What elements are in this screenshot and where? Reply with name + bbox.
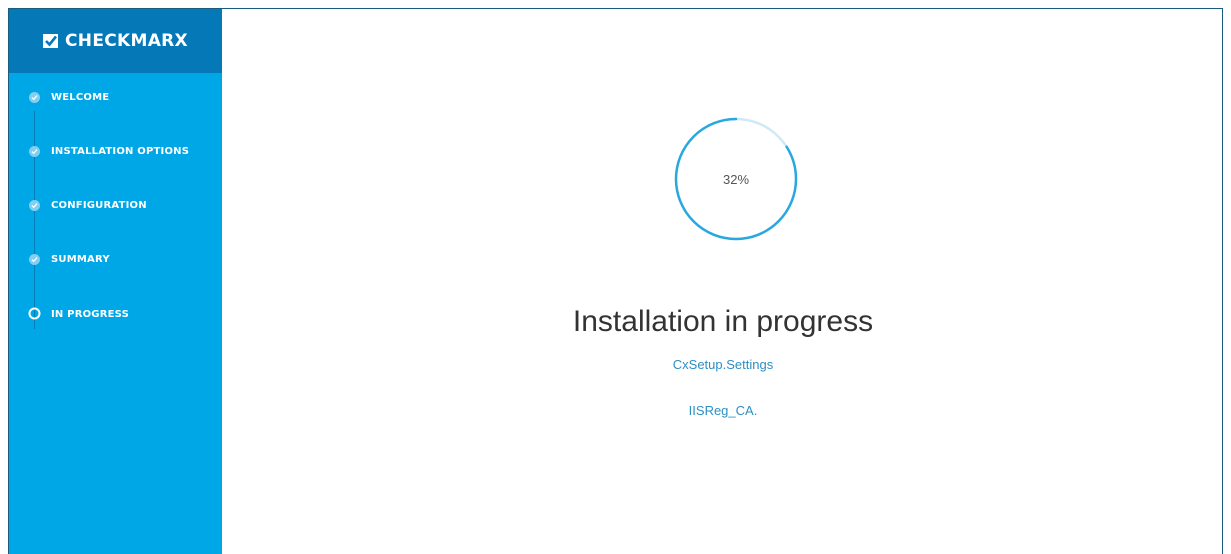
status-line-current-task: CxSetup.Settings	[672, 357, 774, 372]
step-configuration[interactable]: CONFIGURATION	[9, 197, 222, 251]
brand-name: CHECKMARX	[65, 31, 188, 51]
step-label: INSTALLATION OPTIONS	[51, 146, 190, 157]
page-title: Installation in progress	[572, 305, 874, 338]
step-installation-options[interactable]: INSTALLATION OPTIONS	[9, 143, 222, 197]
step-label: IN PROGRESS	[51, 309, 129, 320]
checkmark-logo-icon	[43, 33, 59, 49]
check-circle-icon	[29, 200, 40, 211]
spinner-circle-icon	[28, 307, 41, 320]
step-list: WELCOME INSTALLATION OPTIONS CONFIGURATI…	[9, 89, 222, 359]
check-circle-icon	[29, 254, 40, 265]
sidebar: CHECKMARX WELCOME INSTALLATION OPTIONS C…	[9, 9, 222, 554]
step-label: SUMMARY	[51, 254, 110, 265]
installer-window: CHECKMARX WELCOME INSTALLATION OPTIONS C…	[8, 8, 1223, 554]
status-line-current-action: IISReg_CA.	[688, 403, 758, 418]
step-welcome[interactable]: WELCOME	[9, 89, 222, 143]
brand-bar: CHECKMARX	[9, 9, 222, 73]
progress-percent: 32%	[722, 171, 750, 187]
step-label: WELCOME	[51, 92, 110, 103]
step-label: CONFIGURATION	[51, 200, 147, 211]
step-summary[interactable]: SUMMARY	[9, 251, 222, 305]
step-in-progress: IN PROGRESS	[9, 305, 222, 359]
check-circle-icon	[29, 146, 40, 157]
main-content: 32% Installation in progress CxSetup.Set…	[222, 9, 1222, 554]
progress-ring: 32%	[671, 114, 801, 244]
check-circle-icon	[29, 92, 40, 103]
